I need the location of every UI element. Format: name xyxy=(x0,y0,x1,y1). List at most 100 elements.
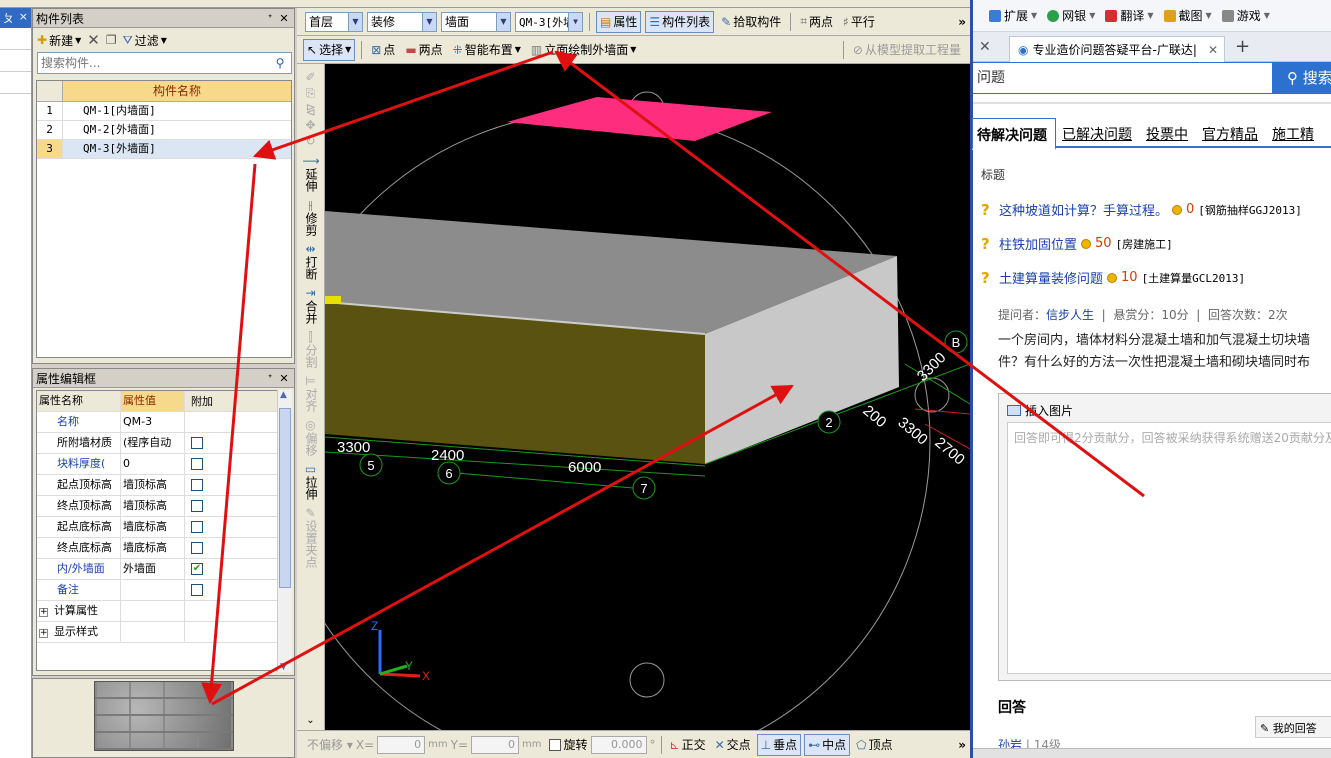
tool-icon-row[interactable]: ⧎ xyxy=(300,102,322,116)
point-draw-button[interactable]: ⊠ 点 xyxy=(368,39,398,61)
question-search-input[interactable]: 问题 xyxy=(973,62,1273,94)
property-row[interactable]: 起点底标高 墙底标高 xyxy=(37,517,279,538)
copy-component-button[interactable]: ❐ xyxy=(106,33,117,47)
scroll-up-arrow[interactable]: ▲ xyxy=(280,390,287,400)
expand-icon[interactable]: + xyxy=(39,608,48,617)
tab-official[interactable]: 官方精品 xyxy=(1196,118,1266,146)
property-extra-checkbox[interactable]: ✔ xyxy=(191,563,203,575)
property-group-row[interactable]: + 显示样式 xyxy=(37,622,279,643)
insert-image-button[interactable]: 插入图片 xyxy=(1025,402,1073,419)
tool-split-button[interactable]: ⫿ 分割 xyxy=(300,330,322,368)
smart-layout-button[interactable]: ⁜ 智能布置 ▼ xyxy=(450,39,524,61)
new-component-button[interactable]: ✚ 新建 ▼ xyxy=(37,32,81,49)
bookmark-banking[interactable]: 网银 ▼ xyxy=(1047,7,1095,24)
intersect-snap-toggle[interactable]: ✕ 交点 xyxy=(712,734,754,756)
vertex-snap-toggle[interactable]: ⬠ 顶点 xyxy=(853,734,895,756)
bookmark-translate[interactable]: 翻译 ▼ xyxy=(1105,7,1154,24)
tool-merge-button[interactable]: ⇥ 合并 xyxy=(300,286,322,324)
browser-tab-active[interactable]: ◉ 专业造价问题答疑平台-广联达| ✕ xyxy=(1009,36,1225,62)
search-icon[interactable]: ⚲ xyxy=(269,53,291,73)
category-select[interactable]: 装修 ▼ xyxy=(367,11,437,32)
scroll-thumb[interactable] xyxy=(279,408,291,588)
tool-stretch-button[interactable]: ▭ 拉伸 xyxy=(300,462,322,500)
two-point-draw-button[interactable]: ⌗ 两点 xyxy=(797,11,836,33)
property-extra-checkbox[interactable] xyxy=(191,542,203,554)
x-input[interactable]: 0 xyxy=(377,735,426,754)
pin-icon[interactable]: ᐩ xyxy=(263,372,277,385)
property-extra-checkbox[interactable] xyxy=(191,437,203,449)
property-row[interactable]: 终点顶标高 墙顶标高 xyxy=(37,496,279,517)
tab-unresolved[interactable]: 待解决问题 xyxy=(972,118,1056,150)
cad-3d-viewport[interactable]: 5 6 7 2 B 3300 2400 6000 200 3300 2700 3… xyxy=(325,64,970,730)
tool-offset-button[interactable]: ◎ 偏移 xyxy=(300,418,322,456)
tool-icon-row[interactable]: ↻ xyxy=(300,134,322,148)
my-answer-button[interactable]: ✎ 我的回答 xyxy=(1255,716,1331,738)
tool-icon-row[interactable]: ⎘ xyxy=(300,86,322,100)
properties-button[interactable]: ▤ 属性 xyxy=(596,10,642,33)
orbit-handle-bottom[interactable] xyxy=(629,662,665,698)
rotate-checkbox[interactable] xyxy=(548,738,561,751)
property-extra-checkbox[interactable] xyxy=(191,521,203,533)
property-value[interactable]: 墙顶标高 xyxy=(121,475,185,495)
close-icon[interactable]: ✕ xyxy=(979,39,991,55)
select-tool-button[interactable]: ↖ 选择 ▼ xyxy=(303,38,356,61)
mid-snap-toggle[interactable]: ⊷ 中点 xyxy=(804,733,851,756)
asker-name-link[interactable]: 信步人生 xyxy=(1046,308,1094,322)
tool-grip-button[interactable]: ✎ 设置夹点 xyxy=(300,506,322,568)
floor-select[interactable]: 首层 ▼ xyxy=(305,11,363,32)
delete-component-button[interactable]: ✕ xyxy=(87,31,100,49)
statusbar-overflow-icon[interactable]: » xyxy=(958,738,966,752)
tool-icon-row[interactable]: ✐ xyxy=(300,70,322,84)
table-row-selected[interactable]: 3 QM-3[外墙面] xyxy=(37,140,291,159)
parallel-draw-button[interactable]: ♯ 平行 xyxy=(840,11,878,33)
question-list-item[interactable]: ? 这种坡道如计算？手算过程。 0 [钢筋抽样GGJ2013] xyxy=(981,200,1302,220)
answer-textarea[interactable]: 回答即可得2分贡献分，回答被采纳获得系统赠送20贡献分及 xyxy=(1007,422,1331,674)
property-value[interactable] xyxy=(121,580,185,600)
table-row[interactable]: 1 QM-1[内墙面] xyxy=(37,102,291,121)
expand-icon[interactable]: + xyxy=(39,629,48,638)
tool-break-button[interactable]: ⇹ 打断 xyxy=(300,242,322,280)
tool-trim-button[interactable]: ⫲ 修剪 xyxy=(300,198,322,236)
viewport-canvas[interactable]: 5 6 7 2 B 3300 2400 6000 200 3300 2700 3… xyxy=(325,64,970,730)
property-extra-checkbox[interactable] xyxy=(191,479,203,491)
component-select[interactable]: QM-3[外墙 ▼ xyxy=(515,11,583,32)
y-input[interactable]: 0 xyxy=(471,735,520,754)
toolbar-overflow-icon[interactable]: » xyxy=(958,15,966,29)
question-title-link[interactable]: 柱铁加固位置 xyxy=(999,234,1077,253)
new-tab-icon[interactable]: + xyxy=(1235,36,1250,57)
property-extra-checkbox[interactable] xyxy=(191,500,203,512)
selection-marker[interactable] xyxy=(325,296,341,304)
component-list-button[interactable]: ☰ 构件列表 xyxy=(645,10,715,33)
pin-icon[interactable]: ᐩ xyxy=(263,12,277,25)
tab-construction[interactable]: 施工精 xyxy=(1266,118,1322,146)
ortho-toggle[interactable]: ⊾ 正交 xyxy=(667,734,709,756)
question-title-link[interactable]: 这种坡道如计算？手算过程。 xyxy=(999,200,1168,219)
close-icon[interactable]: ✕ xyxy=(1208,43,1218,57)
scroll-down-arrow[interactable]: ▼ xyxy=(280,662,287,672)
type-select[interactable]: 墙面 ▼ xyxy=(441,11,511,32)
left-edge-close-icon[interactable]: × xyxy=(19,10,28,26)
property-value[interactable]: (程序自动 xyxy=(121,433,185,453)
two-point-line-button[interactable]: ▬ 两点 xyxy=(402,39,445,61)
more-tools-icon[interactable]: ⌄ xyxy=(306,715,314,726)
component-search-input[interactable] xyxy=(38,53,269,73)
tab-voting[interactable]: 投票中 xyxy=(1140,118,1196,146)
filter-button[interactable]: ⛛ 过滤 ▼ xyxy=(123,32,167,49)
property-value[interactable]: 0 xyxy=(121,454,185,474)
tool-align-button[interactable]: ⊨ 对齐 xyxy=(300,374,322,412)
property-row[interactable]: 块料厚度(0 xyxy=(37,454,279,475)
question-search-button[interactable]: ⚲ 搜索 xyxy=(1273,62,1331,94)
rotate-input[interactable]: 0.000 xyxy=(590,735,647,754)
property-extra-checkbox[interactable] xyxy=(191,584,203,596)
elevation-draw-button[interactable]: ▥ 立面绘制外墙面 ▼ xyxy=(528,39,640,61)
property-value[interactable]: 墙顶标高 xyxy=(121,496,185,516)
bookmark-extensions[interactable]: 扩展 ▼ xyxy=(989,7,1037,24)
tab-resolved[interactable]: 已解决问题 xyxy=(1056,118,1140,146)
property-row[interactable]: 终点底标高 墙底标高 xyxy=(37,538,279,559)
property-row[interactable]: 起点顶标高 墙顶标高 xyxy=(37,475,279,496)
property-row[interactable]: 名称 QM-3 xyxy=(37,412,279,433)
property-value[interactable]: QM-3 xyxy=(121,412,185,432)
property-value[interactable]: 墙底标高 xyxy=(121,517,185,537)
question-list-item[interactable]: ? 柱铁加固位置 50 [房建施工] xyxy=(981,234,1173,254)
bookmark-screenshot[interactable]: 截图 ▼ xyxy=(1163,7,1212,24)
